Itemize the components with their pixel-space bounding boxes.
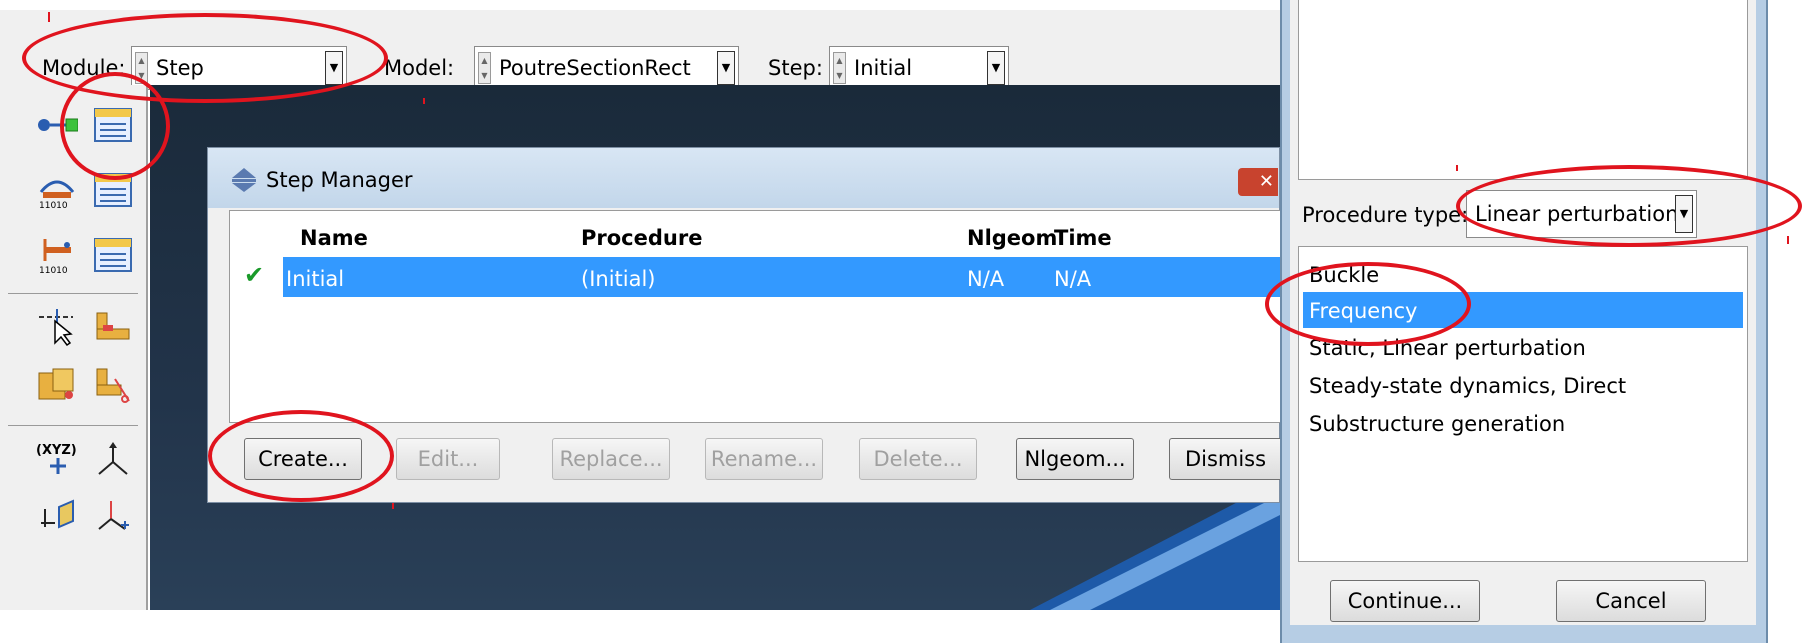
annotation-create-highlight <box>208 410 394 502</box>
datum-icon[interactable] <box>92 307 134 347</box>
replace-button[interactable]: Replace... <box>552 438 670 480</box>
history-manager-icon[interactable] <box>92 235 134 275</box>
cancel-button[interactable]: Cancel <box>1556 580 1706 622</box>
model-combo-value: PoutreSectionRect <box>499 56 691 80</box>
column-header-time[interactable]: Time <box>1054 226 1112 250</box>
annotation-procedure-type-highlight <box>1456 165 1802 247</box>
annotation-frequency-highlight <box>1265 262 1471 346</box>
nlgeom-button[interactable]: Nlgeom... <box>1016 438 1134 480</box>
edit-button[interactable]: Edit... <box>396 438 500 480</box>
datum-csys-icon[interactable] <box>92 497 134 537</box>
table-row[interactable]: Initial (Initial) N/A N/A <box>283 257 1282 297</box>
column-header-name[interactable]: Name <box>300 226 368 250</box>
field-output-icon[interactable]: 11010 <box>36 170 78 210</box>
annotation-tick <box>392 503 394 509</box>
annotation-tick <box>1456 165 1458 171</box>
datum-point-icon[interactable]: (XYZ) <box>36 440 78 480</box>
column-header-nlgeom[interactable]: Nlgeom <box>967 226 1057 250</box>
step-manager-title-icon <box>232 168 256 192</box>
svg-text:11010: 11010 <box>39 201 68 210</box>
toolbox-divider <box>8 425 138 426</box>
step-spinner-icon[interactable]: ▲ ▼ <box>833 52 846 84</box>
annotation-step-manager-highlight <box>60 72 170 180</box>
procedure-item-substructure[interactable]: Substructure generation <box>1309 412 1565 436</box>
continue-button[interactable]: Continue... <box>1330 580 1480 622</box>
history-output-icon[interactable]: 11010 <box>36 235 78 275</box>
check-icon: ✔ <box>244 261 265 289</box>
step-label: Step: <box>768 56 823 80</box>
dismiss-button[interactable]: Dismiss <box>1169 438 1281 480</box>
svg-text:11010: 11010 <box>39 266 68 275</box>
rename-button[interactable]: Rename... <box>705 438 823 480</box>
dialog-titlebar[interactable]: Step Manager ✕ <box>208 148 1279 208</box>
datum-axis-icon[interactable] <box>92 440 134 480</box>
close-icon[interactable]: ✕ <box>1238 168 1278 196</box>
dialog-title: Step Manager <box>266 168 413 192</box>
partition-icon[interactable] <box>36 365 78 405</box>
procedure-item-steady-state[interactable]: Steady-state dynamics, Direct <box>1309 374 1626 398</box>
annotation-tick <box>1787 236 1789 244</box>
step-combo-value: Initial <box>854 56 913 80</box>
row-procedure: (Initial) <box>581 267 656 291</box>
chevron-down-icon[interactable]: ▼ <box>987 51 1005 85</box>
chevron-down-icon[interactable]: ▼ <box>717 51 735 85</box>
step-description-box <box>1298 0 1748 180</box>
cut-icon[interactable] <box>92 365 134 405</box>
steps-table[interactable]: Name Procedure Nlgeom Time ✔ Initial (In… <box>229 210 1283 423</box>
model-combo[interactable]: ▲ ▼ PoutreSectionRect ▼ <box>474 46 739 90</box>
svg-text:(XYZ): (XYZ) <box>36 443 77 458</box>
annotation-tick <box>423 98 425 104</box>
row-time: N/A <box>1054 267 1092 291</box>
procedure-type-label: Procedure type: <box>1302 203 1469 227</box>
model-spinner-icon[interactable]: ▲ ▼ <box>478 52 491 84</box>
delete-button[interactable]: Delete... <box>859 438 977 480</box>
annotation-tick <box>48 12 50 22</box>
model-label: Model: <box>384 56 455 80</box>
select-icon[interactable] <box>36 307 78 347</box>
column-header-procedure[interactable]: Procedure <box>581 226 702 250</box>
datum-plane-icon[interactable] <box>36 497 78 537</box>
row-nlgeom: N/A <box>967 267 1005 291</box>
toolbox-divider <box>8 293 138 294</box>
step-combo[interactable]: ▲ ▼ Initial ▼ <box>829 46 1009 90</box>
row-name: Initial <box>286 267 345 291</box>
